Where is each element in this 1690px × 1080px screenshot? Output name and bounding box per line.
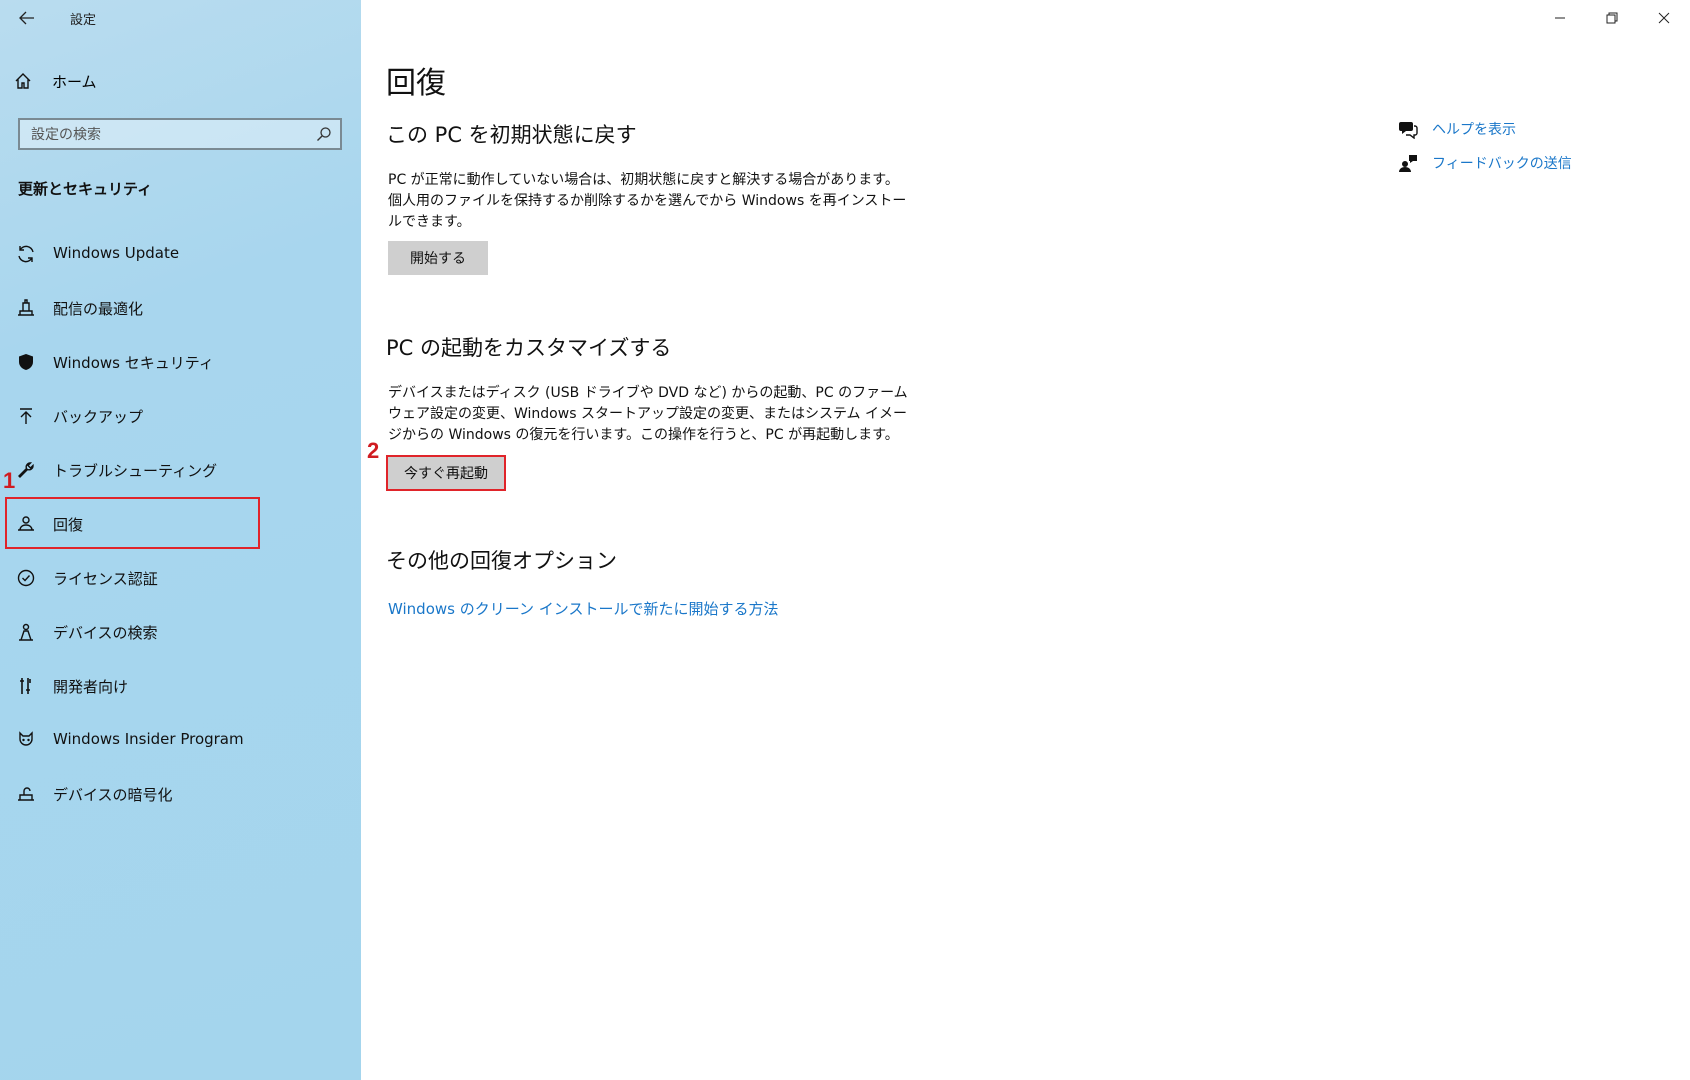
close-icon	[1658, 12, 1670, 24]
sidebar-item-label: デバイスの検索	[53, 624, 158, 642]
search-icon	[317, 127, 331, 141]
sidebar-item-label: 配信の最適化	[53, 300, 144, 318]
back-arrow-icon	[19, 11, 34, 25]
find-device-icon	[15, 621, 37, 643]
feedback-icon	[1399, 155, 1417, 172]
sidebar-item-label: ライセンス認証	[53, 570, 158, 588]
sidebar-item-backup[interactable]: バックアップ	[0, 389, 361, 443]
other-options-heading: その他の回復オプション	[386, 549, 617, 573]
check-circle-icon	[15, 567, 37, 589]
restore-icon	[1606, 12, 1618, 24]
sidebar-item-insider[interactable]: Windows Insider Program	[0, 713, 361, 767]
close-button[interactable]	[1638, 0, 1690, 36]
sidebar-item-label: Windows セキュリティ	[53, 354, 214, 372]
help-chat-icon	[1399, 122, 1418, 139]
sync-icon	[15, 243, 37, 265]
delivery-optimization-icon	[15, 297, 37, 319]
sidebar-item-label: Windows Insider Program	[53, 730, 244, 748]
clean-install-link[interactable]: Windows のクリーン インストールで新たに開始する方法	[388, 598, 778, 619]
sidebar-item-windows-security[interactable]: Windows セキュリティ	[0, 335, 361, 389]
sidebar-item-device-encryption[interactable]: デバイスの暗号化	[0, 767, 361, 821]
nav-home-label: ホーム	[52, 72, 97, 91]
sidebar-item-label: Windows Update	[53, 244, 180, 262]
home-icon	[15, 73, 31, 89]
reset-heading: この PC を初期状態に戻す	[386, 123, 637, 147]
main-content: 回復 この PC を初期状態に戻す PC が正常に動作していない場合は、初期状態…	[361, 0, 1690, 1080]
help-links: ヘルプを表示 フィードバックの送信	[1398, 112, 1572, 180]
sidebar-item-find-device[interactable]: デバイスの検索	[0, 605, 361, 659]
sidebar: 設定 ホーム 更新とセキュリティ Windows Update 配信の最適化 W…	[0, 0, 361, 1080]
shield-icon	[15, 351, 37, 373]
section-title: 更新とセキュリティ	[18, 180, 153, 198]
insider-icon	[15, 729, 37, 751]
sidebar-item-label: 開発者向け	[53, 678, 129, 696]
sidebar-item-activation[interactable]: ライセンス認証	[0, 551, 361, 605]
wrench-icon	[15, 459, 37, 481]
feedback-link[interactable]: フィードバックの送信	[1398, 146, 1572, 180]
app-title: 設定	[70, 13, 97, 28]
title-bar-left: 設定	[0, 0, 361, 36]
highlight-box-recovery	[5, 497, 260, 549]
help-link[interactable]: ヘルプを表示	[1398, 112, 1572, 146]
back-button[interactable]	[12, 4, 42, 32]
search-box[interactable]	[18, 118, 342, 150]
sidebar-item-delivery-optimization[interactable]: 配信の最適化	[0, 281, 361, 335]
startup-description: デバイスまたはディスク (USB ドライブや DVD など) からの起動、PC …	[388, 385, 908, 443]
window-controls	[1534, 0, 1690, 36]
sidebar-item-label: デバイスの暗号化	[53, 786, 173, 804]
reset-description: PC が正常に動作していない場合は、初期状態に戻すと解決する場合があります。個人…	[388, 172, 907, 230]
minimize-icon	[1555, 17, 1565, 19]
nav-home[interactable]: ホーム	[14, 68, 97, 94]
minimize-button[interactable]	[1534, 0, 1586, 36]
page-title: 回復	[386, 66, 446, 101]
sidebar-item-windows-update[interactable]: Windows Update	[0, 227, 361, 281]
help-link-label: ヘルプを表示	[1432, 122, 1516, 138]
restart-now-button[interactable]: 今すぐ再起動	[386, 455, 506, 491]
startup-heading: PC の起動をカスタマイズする	[386, 336, 672, 360]
feedback-link-label: フィードバックの送信	[1432, 156, 1572, 172]
developer-icon	[15, 675, 37, 697]
step-number-1: 1	[3, 468, 16, 493]
sidebar-item-developers[interactable]: 開発者向け	[0, 659, 361, 713]
search-input[interactable]	[20, 120, 313, 150]
sidebar-item-troubleshoot[interactable]: トラブルシューティング	[0, 443, 361, 497]
encryption-icon	[15, 783, 37, 805]
restore-button[interactable]	[1586, 0, 1638, 36]
backup-icon	[15, 405, 37, 427]
step-number-2: 2	[367, 438, 380, 463]
reset-start-button[interactable]: 開始する	[388, 241, 488, 275]
sidebar-item-label: バックアップ	[53, 408, 144, 426]
sidebar-item-label: トラブルシューティング	[53, 462, 218, 480]
